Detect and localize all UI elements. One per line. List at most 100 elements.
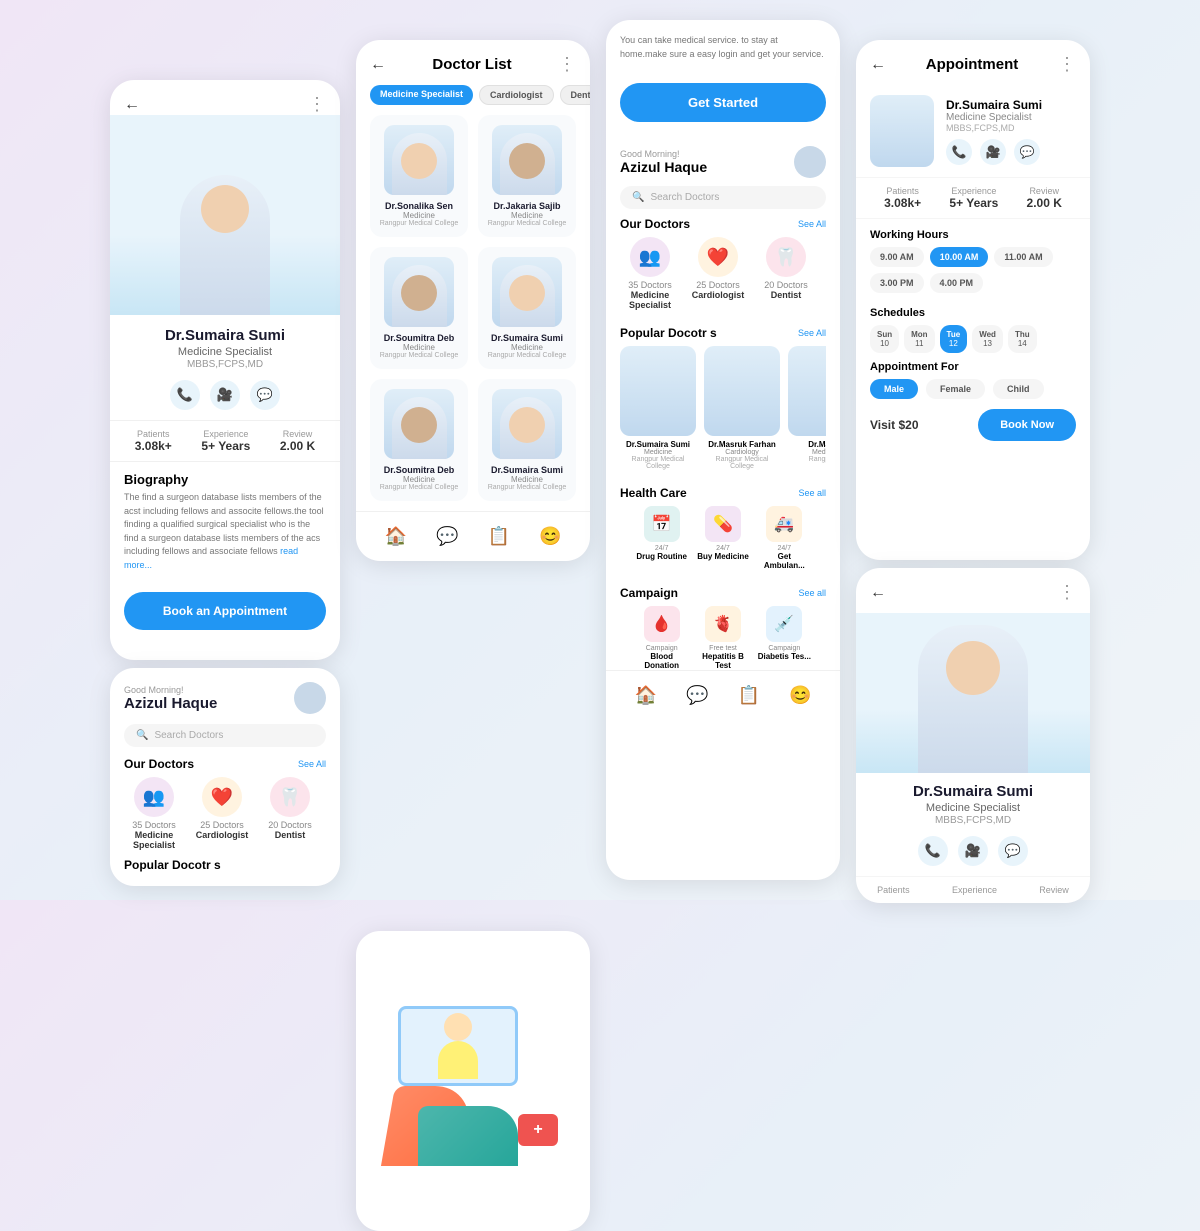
hepatitis-sub: Free test: [695, 645, 750, 652]
health-item-drug[interactable]: 📅 24/7 Drug Routine: [634, 506, 689, 570]
home-health-title: Health Care: [620, 486, 687, 500]
chat-nav-icon[interactable]: 💬: [436, 526, 458, 547]
list-item[interactable]: Dr.Sonalika Sen Medicine Rangpur Medical…: [370, 115, 468, 237]
home-greeting-row: Good Morning! Azizul Haque: [620, 146, 826, 178]
slot-9am[interactable]: 9.00 AM: [870, 247, 924, 267]
card6-chat-icon[interactable]: 💬: [998, 836, 1028, 866]
slot-4pm[interactable]: 4.00 PM: [930, 273, 984, 293]
see-all-doctors[interactable]: See All: [298, 759, 326, 769]
patients-label: Patients: [135, 429, 172, 439]
pop-doctor-photo: [788, 346, 826, 436]
doctor-card-spec: Medicine: [378, 475, 460, 484]
diabetes-sub: Campaign: [757, 645, 812, 652]
video-icon[interactable]: 🎥: [210, 380, 240, 410]
appt-review-label: Review: [1027, 186, 1062, 196]
list-item[interactable]: Dr.Soumitra Deb Medicine Rangpur Medical…: [370, 379, 468, 501]
home-greeting-section: Good Morning! Azizul Haque 🔍 Search Doct…: [606, 136, 840, 209]
list-item[interactable]: Dr.Jakaria Sajib Medicine Rangpur Medica…: [478, 115, 576, 237]
home-specialty-dentist[interactable]: 🦷 20 Doctors Dentist: [756, 237, 816, 310]
chip-cardio[interactable]: Cardiologist: [479, 85, 554, 105]
home-profile-icon[interactable]: 😊: [789, 685, 811, 706]
card6-review-stat: Review: [1039, 885, 1069, 895]
campaign-hepatitis[interactable]: 🫀 Free test Hepatitis B Test: [695, 606, 750, 670]
illustration-area: +: [378, 996, 568, 1166]
home-username: Azizul Haque: [620, 159, 707, 175]
home-health-grid: 📅 24/7 Drug Routine 💊 24/7 Buy Medicine …: [620, 506, 826, 570]
hero-text: You can take medical service. to stay at…: [620, 34, 826, 61]
home-search-bar[interactable]: 🔍 Search Doctors: [620, 186, 826, 209]
appt-more-button[interactable]: ⋮: [1058, 54, 1076, 75]
sch-sun[interactable]: Sun 10: [870, 325, 899, 353]
list-item[interactable]: Dr.Soumitra Deb Medicine Rangpur Medical…: [370, 247, 468, 369]
specialty-medicine[interactable]: 👥 35 Doctors Medicine Specialist: [124, 777, 184, 850]
health-item-medicine[interactable]: 💊 24/7 Buy Medicine: [695, 506, 750, 570]
af-male-button[interactable]: Male: [870, 379, 918, 399]
medicine-icon: 👥: [134, 777, 174, 817]
back-button[interactable]: ←: [124, 96, 140, 114]
get-started-button[interactable]: Get Started: [620, 83, 826, 122]
campaign-diabetes[interactable]: 💉 Campaign Diabetis Tes...: [757, 606, 812, 670]
mon-label: Mon: [911, 330, 927, 339]
home-see-all-docs[interactable]: See All: [798, 219, 826, 229]
appt-video-icon[interactable]: 🎥: [980, 139, 1006, 165]
doctor-card-hospital: Rangpur Medical College: [378, 352, 460, 359]
blood-name: Blood Donation: [634, 652, 689, 670]
book-appointment-button[interactable]: Book an Appointment: [124, 592, 326, 630]
home-see-all-popular[interactable]: See All: [798, 328, 826, 338]
home-see-all-health[interactable]: See all: [798, 488, 826, 498]
slot-10am[interactable]: 10.00 AM: [930, 247, 989, 267]
list-item[interactable]: Dr.Sumaira Sumi Medicine Rangpur Medical…: [478, 247, 576, 369]
doctor-card-name: Dr.Jakaria Sajib: [486, 201, 568, 211]
medicine-name: Medicine Specialist: [124, 830, 184, 850]
af-female-button[interactable]: Female: [926, 379, 985, 399]
home-nav-icon[interactable]: 🏠: [385, 526, 407, 547]
sch-tue[interactable]: Tue 12: [940, 325, 968, 353]
home-specialty-medicine[interactable]: 👥 35 Doctors Medicine Specialist: [620, 237, 680, 310]
home-calendar-icon[interactable]: 📋: [738, 685, 760, 706]
appt-title: Appointment: [886, 56, 1058, 73]
card6-video-icon[interactable]: 🎥: [958, 836, 988, 866]
ambulance-name: Get Ambulan...: [757, 552, 812, 570]
list-item[interactable]: Dr.Masr... Medicine Rangpur M: [788, 346, 826, 470]
search-bar[interactable]: 🔍 Search Doctors: [124, 724, 326, 747]
sch-thu[interactable]: Thu 14: [1008, 325, 1037, 353]
slot-3pm[interactable]: 3.00 PM: [870, 273, 924, 293]
profile-nav-icon[interactable]: 😊: [539, 526, 561, 547]
more-button[interactable]: ⋮: [308, 94, 326, 115]
home-chat-icon[interactable]: 💬: [686, 685, 708, 706]
card6-more-button[interactable]: ⋮: [1058, 582, 1076, 603]
home-see-all-campaign[interactable]: See all: [798, 588, 826, 598]
home-doctors-header: Our Doctors See All: [620, 217, 826, 231]
specialty-cardiology[interactable]: ❤️ 25 Doctors Cardiologist: [192, 777, 252, 850]
appt-back-button[interactable]: ←: [870, 56, 886, 74]
chip-medicine[interactable]: Medicine Specialist: [370, 85, 473, 105]
sch-wed[interactable]: Wed 13: [972, 325, 1003, 353]
card6-back-button[interactable]: ←: [870, 584, 886, 602]
slot-11am[interactable]: 11.00 AM: [994, 247, 1052, 267]
af-child-button[interactable]: Child: [993, 379, 1044, 399]
specialty-dentist[interactable]: 🦷 20 Doctors Dentist: [260, 777, 320, 850]
card6-phone-icon[interactable]: 📞: [918, 836, 948, 866]
search-placeholder: Search Doctors: [154, 730, 223, 741]
back-button-2[interactable]: ←: [370, 56, 386, 74]
experience-value: 5+ Years: [201, 439, 250, 453]
chip-dentist[interactable]: Dentist: [560, 85, 590, 105]
campaign-blood[interactable]: 🩸 Campaign Blood Donation: [634, 606, 689, 670]
health-item-ambulance[interactable]: 🚑 24/7 Get Ambulan...: [757, 506, 812, 570]
experience-stat: Experience 5+ Years: [201, 429, 250, 453]
appt-phone-icon[interactable]: 📞: [946, 139, 972, 165]
home-nav-icon[interactable]: 🏠: [635, 685, 657, 706]
book-now-button[interactable]: Book Now: [978, 409, 1076, 441]
home-specialty-cardio[interactable]: ❤️ 25 Doctors Cardiologist: [688, 237, 748, 310]
calendar-nav-icon[interactable]: 📋: [488, 526, 510, 547]
list-item[interactable]: Dr.Sumaira Sumi Medicine Rangpur Medical…: [620, 346, 696, 470]
appt-chat-icon[interactable]: 💬: [1014, 139, 1040, 165]
appt-doctor-row: Dr.Sumaira Sumi Medicine Specialist MBBS…: [856, 85, 1090, 177]
sch-mon[interactable]: Mon 11: [904, 325, 934, 353]
drug-icon: 📅: [644, 506, 680, 542]
phone-icon[interactable]: 📞: [170, 380, 200, 410]
chat-icon[interactable]: 💬: [250, 380, 280, 410]
list-item[interactable]: Dr.Masruk Farhan Cardiology Rangpur Medi…: [704, 346, 780, 470]
list-item[interactable]: Dr.Sumaira Sumi Medicine Rangpur Medical…: [478, 379, 576, 501]
more-button-2[interactable]: ⋮: [558, 54, 576, 75]
